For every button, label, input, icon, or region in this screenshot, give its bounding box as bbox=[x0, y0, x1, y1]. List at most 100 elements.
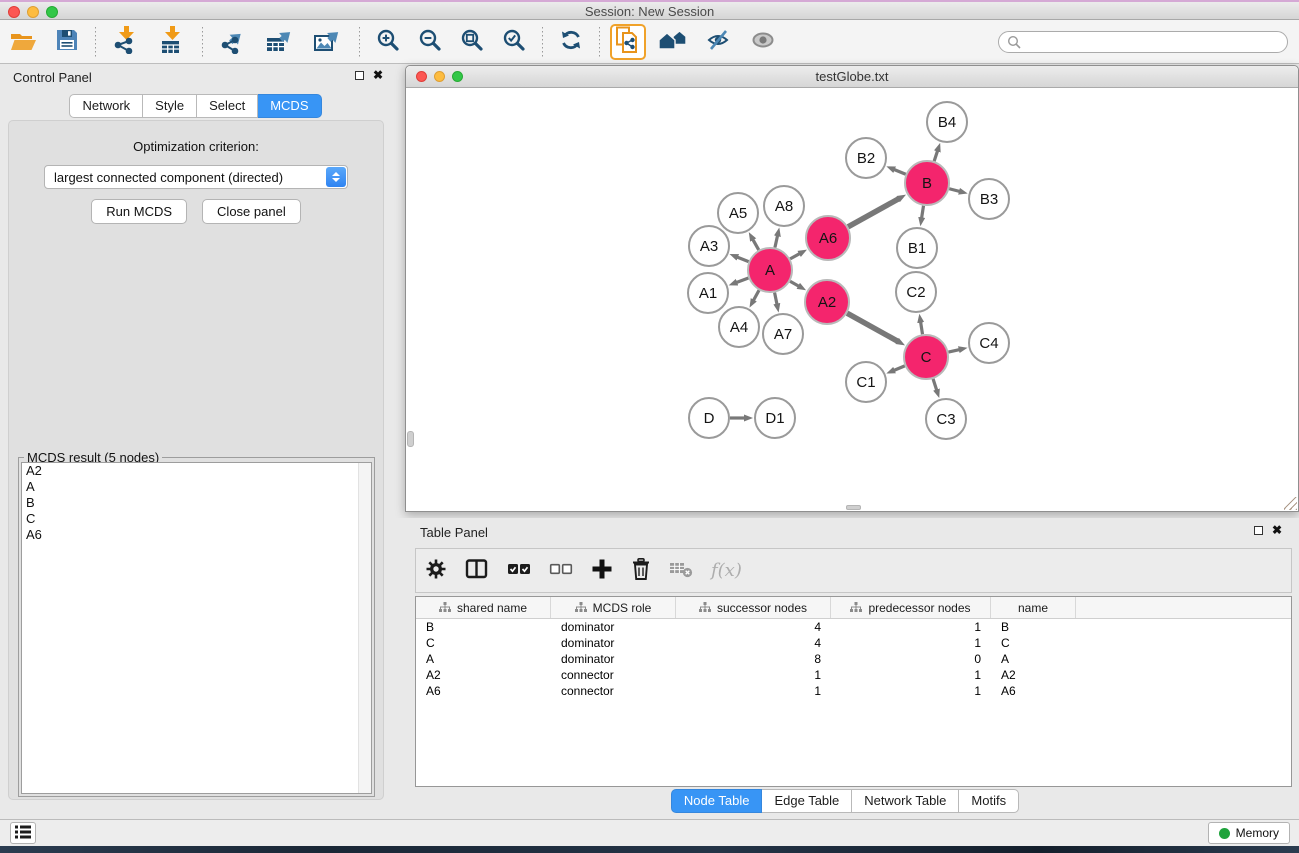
show-all-button[interactable] bbox=[744, 24, 782, 60]
clone-network-button[interactable] bbox=[610, 24, 646, 60]
tab-network-table[interactable]: Network Table bbox=[852, 789, 959, 813]
result-item[interactable]: A6 bbox=[22, 527, 371, 543]
import-network-button[interactable] bbox=[106, 24, 146, 60]
zoom-in-button[interactable] bbox=[370, 24, 406, 60]
column-header-name[interactable]: name bbox=[991, 597, 1076, 618]
show-column-button[interactable] bbox=[465, 558, 489, 583]
delete-column-button[interactable] bbox=[631, 558, 651, 583]
edge-A-A6[interactable] bbox=[790, 253, 800, 258]
graph-node-A7[interactable]: A7 bbox=[763, 314, 803, 354]
graph-node-A5[interactable]: A5 bbox=[718, 193, 758, 233]
edge-A-A7[interactable] bbox=[775, 293, 777, 305]
edge-C-C3[interactable] bbox=[933, 379, 937, 391]
table-options-gear-button[interactable] bbox=[425, 558, 447, 583]
home-button[interactable] bbox=[652, 24, 694, 60]
graph-node-B[interactable]: B bbox=[905, 161, 949, 205]
window-resize-grip[interactable] bbox=[1284, 497, 1297, 510]
table-row[interactable]: A2connector11A2 bbox=[416, 667, 1291, 683]
graph-node-B3[interactable]: B3 bbox=[969, 179, 1009, 219]
close-panel-button[interactable]: Close panel bbox=[202, 199, 301, 224]
close-panel-icon[interactable]: ✖ bbox=[373, 70, 383, 81]
table-row[interactable]: A6connector11A6 bbox=[416, 683, 1291, 699]
edge-A-A2[interactable] bbox=[790, 281, 799, 286]
close-table-panel-icon[interactable]: ✖ bbox=[1272, 525, 1282, 536]
edge-C-C4[interactable] bbox=[948, 350, 959, 353]
graph-node-A[interactable]: A bbox=[748, 248, 792, 292]
graph-node-A6[interactable]: A6 bbox=[806, 216, 850, 260]
column-header-predecessor-nodes[interactable]: predecessor nodes bbox=[831, 597, 991, 618]
tab-edge-table[interactable]: Edge Table bbox=[762, 789, 852, 813]
zoom-selected-button[interactable] bbox=[496, 24, 532, 60]
edge-B-B1[interactable] bbox=[922, 206, 924, 219]
edge-A-A5[interactable] bbox=[753, 239, 759, 250]
tab-node-table[interactable]: Node Table bbox=[671, 789, 763, 813]
save-session-button[interactable] bbox=[49, 24, 85, 60]
graph-node-A2[interactable]: A2 bbox=[805, 280, 849, 324]
result-item[interactable]: C bbox=[22, 511, 371, 527]
edge-B-B3[interactable] bbox=[949, 189, 960, 192]
graph-node-C[interactable]: C bbox=[904, 335, 948, 379]
edge-A-A1[interactable] bbox=[736, 278, 748, 283]
memory-button[interactable]: Memory bbox=[1208, 822, 1290, 844]
edge-A-A3[interactable] bbox=[737, 257, 749, 262]
network-graph[interactable]: AA1A2A3A4A5A6A7A8BB1B2B3B4CC1C2C3C4DD1 bbox=[406, 88, 1298, 511]
table-row[interactable]: Cdominator41C bbox=[416, 635, 1291, 651]
search-input[interactable] bbox=[1022, 33, 1287, 51]
table-row[interactable]: Bdominator41B bbox=[416, 619, 1291, 635]
refresh-button[interactable] bbox=[553, 24, 589, 60]
float-table-panel-icon[interactable] bbox=[1254, 526, 1263, 535]
edge-C-C2[interactable] bbox=[921, 322, 923, 335]
result-item[interactable]: A bbox=[22, 479, 371, 495]
graph-node-B2[interactable]: B2 bbox=[846, 138, 886, 178]
graph-node-B1[interactable]: B1 bbox=[897, 228, 937, 268]
export-image-button[interactable] bbox=[307, 24, 349, 60]
vertical-scrollbar-thumb[interactable] bbox=[407, 431, 414, 447]
export-network-button[interactable] bbox=[213, 24, 253, 60]
tab-select[interactable]: Select bbox=[197, 94, 258, 118]
hide-selected-button[interactable] bbox=[700, 24, 738, 60]
graph-node-A8[interactable]: A8 bbox=[764, 186, 804, 226]
graph-node-A4[interactable]: A4 bbox=[719, 307, 759, 347]
graph-node-C4[interactable]: C4 bbox=[969, 323, 1009, 363]
tab-motifs[interactable]: Motifs bbox=[959, 789, 1019, 813]
tab-style[interactable]: Style bbox=[143, 94, 197, 118]
network-window-titlebar[interactable]: testGlobe.txt bbox=[406, 66, 1298, 88]
graph-node-B4[interactable]: B4 bbox=[927, 102, 967, 142]
edge-B-B4[interactable] bbox=[934, 151, 937, 162]
graph-node-C2[interactable]: C2 bbox=[896, 272, 936, 312]
result-scrollbar[interactable] bbox=[358, 463, 371, 793]
run-mcds-button[interactable]: Run MCDS bbox=[91, 199, 187, 224]
graph-node-A1[interactable]: A1 bbox=[688, 273, 728, 313]
zoom-fit-button[interactable] bbox=[454, 24, 490, 60]
tab-mcds[interactable]: MCDS bbox=[258, 94, 321, 118]
add-column-button[interactable] bbox=[591, 558, 613, 583]
function-builder-button[interactable]: f(x) bbox=[711, 560, 742, 581]
horizontal-scrollbar-thumb[interactable] bbox=[846, 505, 861, 510]
column-header-shared-name[interactable]: shared name bbox=[416, 597, 551, 618]
float-panel-icon[interactable] bbox=[355, 71, 364, 80]
task-history-button[interactable] bbox=[10, 822, 36, 844]
export-table-button[interactable] bbox=[259, 24, 301, 60]
tab-network[interactable]: Network bbox=[69, 94, 143, 118]
column-header-mcds-role[interactable]: MCDS role bbox=[551, 597, 676, 618]
result-item[interactable]: A2 bbox=[22, 463, 371, 479]
edge-B-B2[interactable] bbox=[894, 169, 906, 174]
network-canvas[interactable]: AA1A2A3A4A5A6A7A8BB1B2B3B4CC1C2C3C4DD1 bbox=[406, 88, 1298, 511]
graph-node-D[interactable]: D bbox=[689, 398, 729, 438]
open-file-button[interactable] bbox=[3, 24, 43, 60]
edge-A6-B[interactable] bbox=[848, 199, 899, 227]
optimization-criterion-dropdown[interactable]: largest connected component (directed) bbox=[44, 165, 348, 189]
select-all-columns-button[interactable] bbox=[507, 558, 531, 583]
edge-A-A4[interactable] bbox=[753, 290, 759, 300]
edge-A2-C[interactable] bbox=[847, 313, 898, 341]
graph-node-C3[interactable]: C3 bbox=[926, 399, 966, 439]
zoom-out-button[interactable] bbox=[412, 24, 448, 60]
column-header-successor-nodes[interactable]: successor nodes bbox=[676, 597, 831, 618]
import-table-button[interactable] bbox=[152, 24, 192, 60]
graph-node-A3[interactable]: A3 bbox=[689, 226, 729, 266]
edge-C-C1[interactable] bbox=[894, 366, 905, 371]
edge-A-A8[interactable] bbox=[775, 235, 778, 247]
table-row[interactable]: Adominator80A bbox=[416, 651, 1291, 667]
result-item[interactable]: B bbox=[22, 495, 371, 511]
graph-node-D1[interactable]: D1 bbox=[755, 398, 795, 438]
